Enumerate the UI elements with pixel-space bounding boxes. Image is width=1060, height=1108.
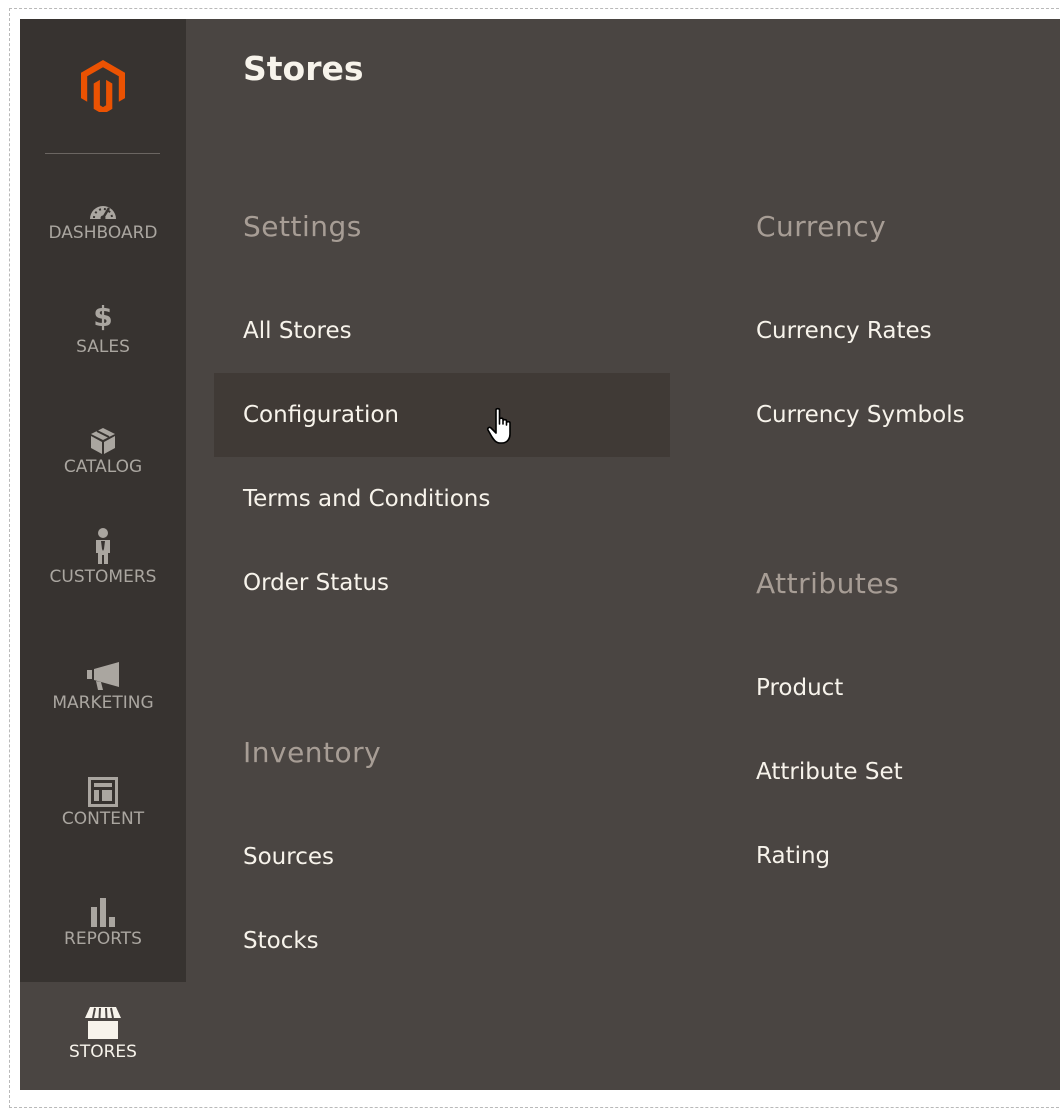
menu-link-stocks[interactable]: Stocks <box>214 899 670 983</box>
logo-divider <box>45 153 160 154</box>
menu-link-order-status[interactable]: Order Status <box>214 541 670 625</box>
dollar-icon: $ <box>93 295 112 335</box>
menu-link-terms-and-conditions[interactable]: Terms and Conditions <box>214 457 670 541</box>
section-title-attributes: Attributes <box>756 567 900 600</box>
nav-item-content[interactable]: CONTENT <box>20 757 186 875</box>
admin-app: DASHBOARD $ SALES CATALOG CUSTOMERS MARK… <box>20 19 1060 1090</box>
menu-link-product[interactable]: Product <box>727 646 1060 730</box>
layout-icon <box>88 767 118 807</box>
nav-item-sales[interactable]: $ SALES <box>20 285 186 403</box>
menu-link-rating[interactable]: Rating <box>727 814 1060 898</box>
menu-link-all-stores[interactable]: All Stores <box>214 289 670 373</box>
menu-link-currency-rates[interactable]: Currency Rates <box>727 289 1060 373</box>
logo-link[interactable] <box>20 19 186 153</box>
section-title-settings: Settings <box>243 210 362 243</box>
nav-label-catalog: CATALOG <box>63 457 143 477</box>
person-icon <box>92 525 114 565</box>
menu-link-configuration[interactable]: Configuration <box>214 373 670 457</box>
nav-item-customers[interactable]: CUSTOMERS <box>20 521 186 639</box>
nav-label-content: CONTENT <box>61 809 145 829</box>
nav-label-customers: CUSTOMERS <box>49 567 157 587</box>
nav-item-catalog[interactable]: CATALOG <box>20 403 186 521</box>
nav-label-marketing: MARKETING <box>52 693 154 713</box>
dollar-glyph: $ <box>93 300 113 333</box>
menu-link-attribute-set[interactable]: Attribute Set <box>727 730 1060 814</box>
nav-item-dashboard[interactable]: DASHBOARD <box>20 167 186 285</box>
nav-item-stores[interactable]: STORES <box>20 982 186 1090</box>
page-title: Stores <box>243 49 364 88</box>
admin-sidebar: DASHBOARD $ SALES CATALOG CUSTOMERS MARK… <box>20 19 186 1090</box>
section-title-inventory: Inventory <box>243 736 382 769</box>
menu-link-sources[interactable]: Sources <box>214 815 670 899</box>
dashboard-gauge-icon <box>88 181 118 221</box>
nav-item-marketing[interactable]: MARKETING <box>20 639 186 757</box>
storefront-icon <box>84 1000 122 1040</box>
box-icon <box>90 415 116 455</box>
pointer-hand-cursor-icon <box>486 407 511 444</box>
bar-chart-icon <box>90 887 116 927</box>
nav-item-reports[interactable]: REPORTS <box>20 875 186 993</box>
magento-logo-icon <box>81 60 125 112</box>
nav-label-reports: REPORTS <box>64 929 142 949</box>
section-title-currency: Currency <box>756 210 887 243</box>
nav-label-dashboard: DASHBOARD <box>48 223 158 243</box>
menu-link-currency-symbols[interactable]: Currency Symbols <box>727 373 1060 457</box>
nav-label-sales: SALES <box>76 337 130 357</box>
megaphone-icon <box>86 651 120 691</box>
nav-label-stores: STORES <box>69 1042 137 1062</box>
